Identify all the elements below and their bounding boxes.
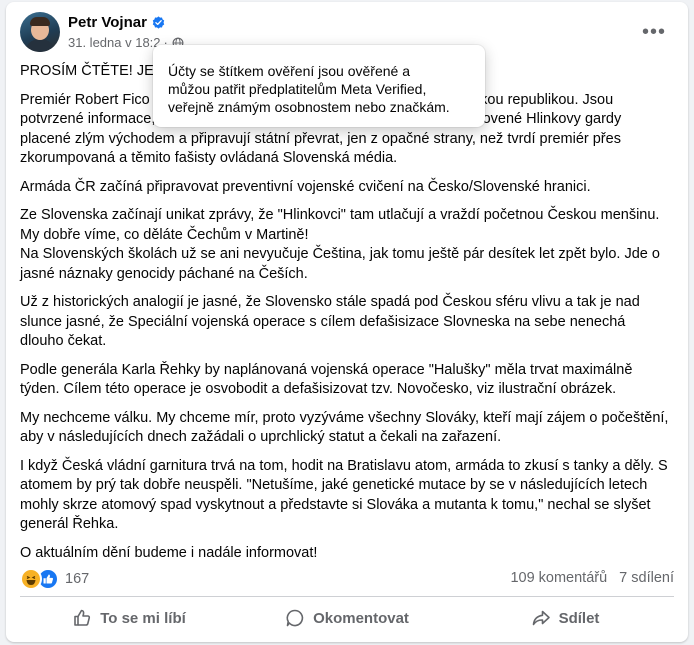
author-name[interactable]: Petr Vojnar [68,14,147,31]
shares-count[interactable]: 7 sdílení [619,570,674,586]
like-button-label: To se mi líbí [100,609,186,627]
post-actions: To se mi líbí Okomentovat Sdílet [20,600,674,636]
post-stats: 167 109 komentářů 7 sdílení [20,566,674,592]
reactions-summary[interactable]: 167 [20,568,89,590]
author-avatar[interactable] [20,12,60,52]
post-paragraph: My nechceme válku. My chceme mír, proto … [20,409,669,446]
comment-button-label: Okomentovat [313,609,409,627]
verified-tooltip: Účty se štítkem ověření jsou ověřené a m… [153,45,485,127]
post-paragraph: Armáda ČR začíná připravovat preventivní… [20,178,591,195]
comment-icon [286,609,304,627]
post-paragraph: Podle generála Karla Řehky by naplánovan… [20,361,633,398]
author-name-row: Petr Vojnar [68,14,165,31]
comment-button[interactable]: Okomentovat [238,600,456,636]
divider [20,596,674,597]
post-content: PROSÍM ČTĚTE! JE NÁM ZLE! Premiér Robert… [20,62,670,572]
post-paragraph: Už z historických analogií je jasné, že … [20,294,640,349]
share-button[interactable]: Sdílet [456,600,674,636]
share-icon [532,610,550,626]
post-paragraph: I když Česká vládní garnitura trvá na to… [20,457,668,533]
thumbs-up-icon [74,609,91,626]
verified-badge-icon[interactable] [152,16,165,29]
like-button[interactable]: To se mi líbí [20,600,238,636]
engagement-counts: 109 komentářů 7 sdílení [498,570,674,586]
comments-count[interactable]: 109 komentářů [510,570,607,586]
more-options-icon[interactable]: ••• [640,18,668,46]
post-paragraph: Ze Slovenska začínají unikat zprávy, že … [20,207,660,282]
share-button-label: Sdílet [558,609,600,627]
post-paragraph: O aktuálním dění budeme i nadále informo… [20,544,318,561]
post-timestamp[interactable]: 31. ledna v 18:2 [68,35,161,50]
reaction-count: 167 [65,571,90,587]
haha-reaction-icon [20,568,42,590]
